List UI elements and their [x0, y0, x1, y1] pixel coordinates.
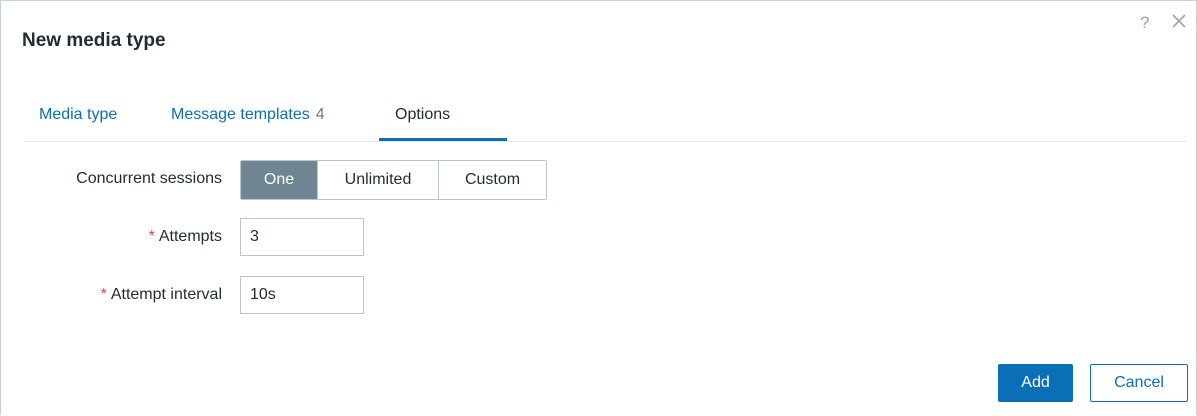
attempts-input[interactable] — [240, 218, 364, 256]
help-icon[interactable]: ? — [1140, 13, 1149, 33]
concurrent-sessions-option-unlimited[interactable]: Unlimited — [318, 161, 439, 199]
concurrent-sessions-label: Concurrent sessions — [76, 170, 222, 187]
attempts-label-text: Attempts — [158, 228, 222, 245]
dialog-title: New media type — [22, 30, 166, 51]
tab-options[interactable]: Options — [395, 106, 450, 124]
attempt-interval-label: * Attempt interval — [101, 286, 222, 304]
tab-count-badge: 4 — [315, 106, 325, 123]
close-icon[interactable] — [1169, 11, 1189, 31]
dialog: New media type ? Media type Message temp… — [0, 0, 1197, 415]
required-marker: * — [148, 228, 155, 245]
tab-message-templates[interactable]: Message templates 4 — [171, 106, 325, 124]
tab-label: Options — [395, 106, 451, 123]
tab-bar: Media type Message templates 4 Options — [25, 93, 1187, 142]
add-button[interactable]: Add — [998, 364, 1073, 402]
attempts-label: * Attempts — [149, 228, 222, 246]
concurrent-sessions-segmented-control: One Unlimited Custom — [240, 160, 547, 200]
concurrent-sessions-option-one[interactable]: One — [241, 161, 318, 199]
concurrent-sessions-option-custom[interactable]: Custom — [439, 161, 546, 199]
required-marker: * — [100, 286, 107, 303]
attempt-interval-input[interactable] — [240, 276, 364, 314]
tab-label: Media type — [39, 106, 118, 123]
tab-media-type[interactable]: Media type — [39, 106, 117, 124]
active-tab-indicator — [379, 138, 507, 141]
attempt-interval-label-text: Attempt interval — [110, 286, 222, 303]
tab-label: Message templates — [171, 106, 310, 123]
cancel-button[interactable]: Cancel — [1090, 364, 1188, 402]
